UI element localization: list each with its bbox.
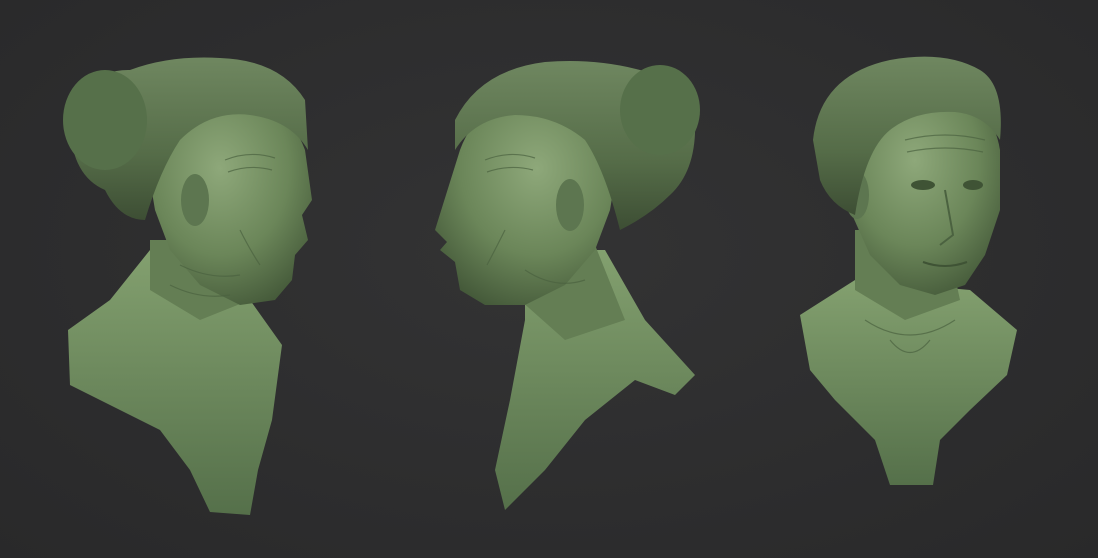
- bust-left-profile-model: [435, 61, 700, 510]
- bust-left-profile[interactable]: [425, 0, 715, 558]
- viewport-canvas[interactable]: [0, 0, 1098, 558]
- bust-1-hair-bun: [63, 70, 147, 170]
- bust-2-ear: [556, 179, 584, 231]
- bust-three-quarter[interactable]: [795, 0, 1025, 558]
- bust-right-profile[interactable]: [50, 0, 330, 558]
- bust-1-ear: [181, 174, 209, 226]
- bust-2-hair-bun: [620, 65, 700, 155]
- bust-right-profile-model: [63, 57, 312, 515]
- bust-three-quarter-model: [800, 56, 1017, 485]
